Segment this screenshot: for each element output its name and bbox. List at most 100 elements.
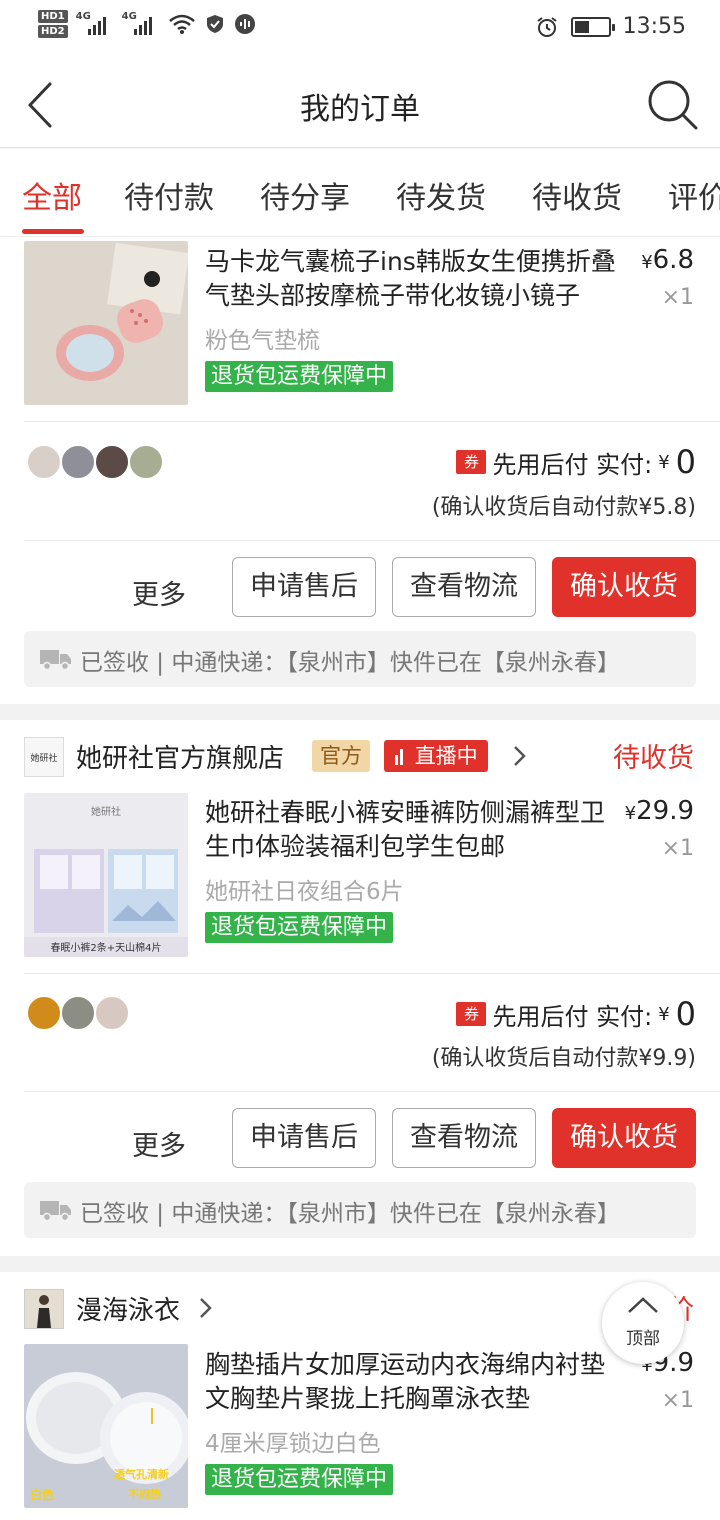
shield-icon: [206, 15, 223, 33]
status-bar: HD1 HD2 4G 4G 13:55: [0, 0, 720, 62]
more-button[interactable]: 更多: [132, 573, 186, 612]
divider: [24, 973, 720, 974]
shop-name[interactable]: 她研社官方旗舰店: [76, 738, 284, 775]
group-avatars: [26, 995, 176, 1031]
soundwave-icon: [234, 14, 255, 34]
product-price: ¥29.9: [625, 796, 694, 826]
coupon-icon: 券: [456, 1002, 487, 1026]
tab-all[interactable]: 全部: [22, 173, 82, 217]
product-quantity: ×1: [661, 836, 694, 861]
back-to-top-label: 顶部: [626, 1329, 660, 1349]
payment-label: 先用后付 实付:: [492, 1002, 653, 1031]
official-badge: 官方: [312, 740, 370, 772]
payment-line: 券 先用后付 实付: ¥ 0: [456, 995, 696, 1033]
more-button[interactable]: 更多: [132, 1124, 186, 1163]
page-title: 我的订单: [300, 92, 420, 127]
tab-pending-payment[interactable]: 待付款: [124, 173, 214, 217]
price-currency: ¥: [624, 803, 637, 824]
chevron-right-icon: [514, 746, 526, 766]
shop-header[interactable]: 她研社 她研社官方旗舰店 官方 直播中 待收货: [0, 720, 720, 792]
return-shipping-guarantee-badge: 退货包运费保障中: [205, 1464, 394, 1495]
confirm-receipt-button[interactable]: 确认收货: [552, 557, 696, 617]
live-icon: [395, 749, 403, 765]
coupon-icon: 券: [456, 450, 487, 474]
shop-logo: 她研社: [24, 737, 64, 777]
payment-amount: 0: [675, 443, 696, 481]
payment-currency: ¥: [658, 451, 670, 473]
avatar: [94, 995, 130, 1031]
product-quantity: ×1: [661, 285, 694, 310]
signal-icon: 4G: [76, 11, 114, 37]
logistics-summary[interactable]: 已签收 | 中通快递：【泉州市】快件已在【泉州永春】: [24, 1182, 696, 1238]
hd2-label: HD2: [38, 25, 68, 38]
order-status: 待收货: [613, 743, 694, 774]
product-image[interactable]: 她研社 春眠小裤2条+天山棉4片: [24, 793, 188, 957]
product-title[interactable]: 马卡龙气囊梳子ins韩版女生便携折叠气垫头部按摩梳子带化妆镜小镜子: [205, 245, 625, 313]
avatar: [60, 995, 96, 1031]
shop-logo: [24, 1289, 64, 1329]
truck-icon: [40, 650, 71, 671]
signal-icon-2: 4G: [122, 11, 160, 37]
arrow-up-icon: [628, 1297, 658, 1313]
tab-pending-shipment[interactable]: 待发货: [396, 173, 486, 217]
order-card: 马卡龙气囊梳子ins韩版女生便携折叠气垫头部按摩梳子带化妆镜小镜子 ¥6.8 ×…: [0, 237, 720, 704]
order-card: 她研社 她研社官方旗舰店 官方 直播中 待收货 她研社 春眠小裤2条+天山棉4片…: [0, 720, 720, 1256]
price-value: 6.8: [652, 245, 694, 275]
confirm-receipt-button[interactable]: 确认收货: [552, 1108, 696, 1168]
product-image[interactable]: [24, 241, 188, 405]
avatar: [26, 444, 62, 480]
product-image-feature-1: 透气孔清新: [114, 1468, 169, 1481]
avatar: [26, 995, 62, 1031]
divider: [24, 1091, 720, 1092]
product-image-caption: 春眠小裤2条+天山棉4片: [50, 943, 162, 954]
product-image-tag: 白色: [30, 1488, 55, 1502]
product-title[interactable]: 胸垫插片女加厚运动内衣海绵内衬垫文胸垫片聚拢上托胸罩泳衣垫: [205, 1348, 625, 1416]
shop-name[interactable]: 漫海泳衣: [76, 1290, 180, 1327]
live-badge[interactable]: 直播中: [384, 740, 488, 772]
product-title[interactable]: 她研社春眠小裤安睡裤防侧漏裤型卫生巾体验装福利包学生包邮: [205, 796, 625, 864]
logistics-text: 已签收 | 中通快递：【泉州市】快件已在【泉州永春】: [80, 1201, 620, 1227]
payment-label: 先用后付 实付:: [492, 450, 653, 479]
product-quantity: ×1: [661, 1388, 694, 1413]
tab-pending-share[interactable]: 待分享: [260, 173, 350, 217]
divider: [24, 421, 720, 422]
tab-review[interactable]: 评价: [668, 173, 720, 217]
nav-bar: 我的订单: [0, 62, 720, 148]
tab-pending-receipt[interactable]: 待收货: [532, 173, 622, 217]
hd1-label: HD1: [38, 10, 68, 23]
order-tabs: 全部 待付款 待分享 待发货 待收货 评价: [0, 149, 720, 237]
price-currency: ¥: [641, 252, 653, 273]
payment-amount: 0: [675, 995, 696, 1033]
logistics-text: 已签收 | 中通快递：【泉州市】快件已在【泉州永春】: [80, 650, 620, 676]
svg-text:她研社: 她研社: [91, 805, 121, 818]
clock: 13:55: [622, 14, 686, 39]
return-shipping-guarantee-badge: 退货包运费保障中: [205, 361, 394, 392]
hd-indicator: HD1 HD2: [38, 10, 68, 38]
apply-after-sale-button[interactable]: 申请售后: [232, 557, 376, 617]
avatar: [94, 444, 130, 480]
divider: [24, 540, 720, 541]
product-sku: 她研社日夜组合6片: [205, 879, 404, 905]
battery-icon: [570, 16, 615, 37]
live-label: 直播中: [414, 744, 478, 768]
view-logistics-button[interactable]: 查看物流: [392, 1108, 536, 1168]
alarm-icon: [536, 16, 557, 37]
apply-after-sale-button[interactable]: 申请售后: [232, 1108, 376, 1168]
price-value: 29.9: [636, 796, 694, 826]
product-image-feature-2: 不闷热: [128, 1488, 161, 1501]
avatar: [60, 444, 96, 480]
logistics-summary[interactable]: 已签收 | 中通快递：【泉州市】快件已在【泉州永春】: [24, 631, 696, 687]
product-sku: 粉色气垫梳: [205, 328, 320, 354]
product-price: ¥6.8: [641, 245, 694, 275]
chevron-right-icon: [200, 1298, 212, 1318]
search-icon[interactable]: [646, 78, 700, 132]
avatar: [128, 444, 164, 480]
wifi-icon: [168, 14, 195, 34]
group-avatars: [26, 444, 176, 480]
return-shipping-guarantee-badge: 退货包运费保障中: [205, 912, 394, 943]
auto-pay-note: (确认收货后自动付款¥9.9): [431, 1046, 696, 1071]
back-to-top-button[interactable]: 顶部: [602, 1282, 684, 1364]
product-image[interactable]: 白色 透气孔清新 不闷热: [24, 1344, 188, 1508]
view-logistics-button[interactable]: 查看物流: [392, 557, 536, 617]
active-tab-indicator: [22, 229, 84, 234]
